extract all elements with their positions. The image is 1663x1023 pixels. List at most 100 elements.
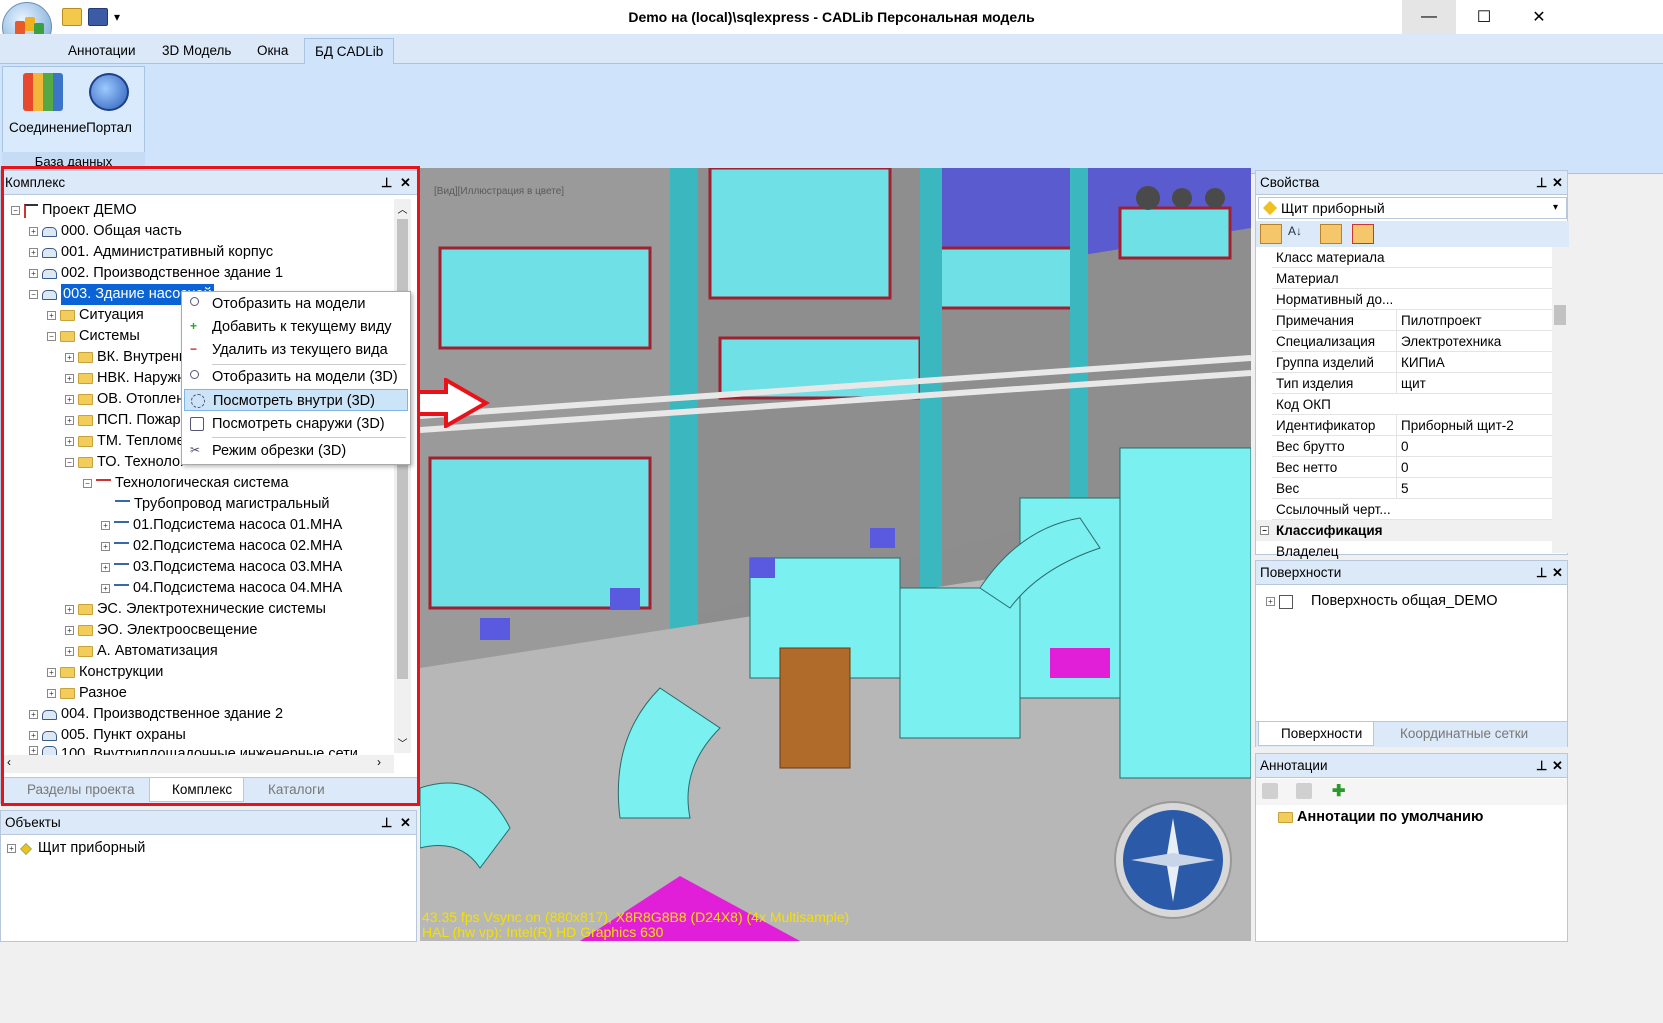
property-category-classification[interactable]: − Классификация: [1256, 520, 1552, 541]
pin-icon[interactable]: ⊥: [1536, 171, 1547, 195]
open-folder-icon[interactable]: [62, 8, 82, 26]
checkbox[interactable]: [1279, 594, 1293, 609]
objects-panel-header: Объекты ⊥ ✕: [1, 811, 416, 835]
look-outside-icon: [190, 417, 204, 431]
surface-item[interactable]: + Поверхность общая_DEMO: [1266, 591, 1498, 612]
view-mode-label: [Вид][Иллюстрация в цвете]: [434, 186, 565, 197]
surfaces-panel-title: Поверхности: [1260, 565, 1342, 580]
context-menu: Отобразить на модели + Добавить к текущем…: [181, 291, 411, 465]
portal-button[interactable]: Портал: [77, 73, 141, 135]
menu-separator: [212, 364, 406, 365]
pin-icon[interactable]: ⊥: [1536, 561, 1547, 585]
tab-surfaces[interactable]: Поверхности: [1258, 722, 1374, 746]
tab-3d-model[interactable]: 3D Модель: [152, 38, 241, 64]
3d-viewport[interactable]: [Вид][Иллюстрация в цвете] 43.35 fps Vsy…: [420, 168, 1251, 941]
scroll-thumb[interactable]: [1554, 305, 1566, 325]
3d-scene: [420, 168, 1251, 941]
property-row[interactable]: Класс материала: [1272, 247, 1553, 268]
connection-button[interactable]: Соединение: [9, 73, 86, 135]
render-stats-line2: HAL (hw vp): Intel(R) HD Graphics 630: [422, 924, 664, 940]
add-annotation-icon[interactable]: ✚: [1332, 781, 1345, 801]
look-inside-icon: [191, 394, 205, 408]
minimize-button[interactable]: —: [1402, 0, 1456, 34]
render-stats-line1: 43.35 fps Vsync on (880x817), X8R8G8B8 (…: [422, 909, 850, 925]
panel-object-icon: [1262, 200, 1278, 216]
properties-panel-header: Свойства ⊥ ✕: [1256, 171, 1567, 195]
properties-panel: Свойства ⊥ ✕ Щит приборный ▾ A↓ Класс ма…: [1255, 170, 1569, 562]
objects-panel-title: Объекты: [5, 815, 61, 830]
tab-coordinate-grids[interactable]: Координатные сетки: [1378, 722, 1528, 746]
property-grid: Класс материала Материал Нормативный до.…: [1256, 247, 1553, 562]
menu-item-show-on-model[interactable]: Отобразить на модели: [184, 293, 408, 315]
property-row[interactable]: Специализация Электротехника: [1272, 331, 1553, 352]
property-row[interactable]: Группа изделий КИПиА: [1272, 352, 1553, 373]
sort-alpha-icon[interactable]: A↓: [1288, 224, 1310, 244]
property-pages-icon[interactable]: [1320, 224, 1342, 244]
add-icon: +: [190, 319, 198, 333]
highlight-frame: [1, 166, 420, 806]
menu-item-clip-mode-3d[interactable]: ✂ Режим обрезки (3D): [184, 440, 408, 462]
tab-annotations[interactable]: Аннотации: [58, 38, 145, 64]
property-row[interactable]: Ссылочный черт...: [1272, 499, 1553, 520]
quick-access-toolbar: ▾: [62, 8, 120, 26]
property-row[interactable]: Вес нетто 0: [1272, 457, 1553, 478]
close-icon[interactable]: ✕: [1552, 171, 1563, 195]
ribbon-body: [0, 64, 1663, 174]
maximize-button[interactable]: ☐: [1457, 0, 1511, 34]
close-window-button[interactable]: ✕: [1512, 0, 1566, 34]
property-grid-scrollbar[interactable]: [1552, 247, 1568, 553]
annotations-panel-header: Аннотации ⊥ ✕: [1256, 754, 1567, 778]
property-row[interactable]: Владелец: [1272, 541, 1553, 562]
object-selector[interactable]: Щит приборный ▾: [1258, 197, 1567, 219]
annotations-panel: Аннотации ⊥ ✕ ✚ Аннотации по умолчанию: [1255, 753, 1568, 942]
connection-button-label: Соединение: [9, 120, 87, 135]
close-icon[interactable]: ✕: [1552, 561, 1563, 585]
save-icon[interactable]: [88, 8, 108, 26]
menu-item-add-to-view[interactable]: + Добавить к текущему виду: [184, 316, 408, 338]
object-selector-value: Щит приборный: [1281, 200, 1385, 216]
menu-item-look-outside-3d[interactable]: Посмотреть снаружи (3D): [184, 413, 408, 435]
property-row[interactable]: Тип изделия щит: [1272, 373, 1553, 394]
categorized-icon[interactable]: [1260, 224, 1282, 244]
magnifier-3d-icon: [190, 370, 199, 379]
property-row[interactable]: Код ОКП: [1272, 394, 1553, 415]
copy-annotation-icon[interactable]: [1296, 783, 1312, 799]
new-annotation-icon[interactable]: [1262, 783, 1278, 799]
objects-panel: Объекты ⊥ ✕ + Щит приборный: [0, 810, 417, 942]
ribbon-tab-bar: Аннотации 3D Модель Окна БД CADLib: [0, 34, 1663, 64]
properties-panel-title: Свойства: [1260, 175, 1320, 190]
surfaces-panel-header: Поверхности ⊥ ✕: [1256, 561, 1567, 585]
link-icon[interactable]: [1352, 224, 1374, 244]
close-icon[interactable]: ✕: [1552, 754, 1563, 778]
menu-item-look-inside-3d[interactable]: Посмотреть внутри (3D): [184, 389, 408, 411]
tree-node[interactable]: + Щит приборный: [7, 838, 145, 859]
menu-item-remove-from-view[interactable]: − Удалить из текущего вида: [184, 339, 408, 361]
red-arrow-icon: [420, 378, 490, 428]
annotations-toolbar: ✚: [1256, 779, 1567, 805]
property-row[interactable]: Нормативный до...: [1272, 289, 1553, 310]
property-row[interactable]: Материал: [1272, 268, 1553, 289]
annotation-item[interactable]: Аннотации по умолчанию: [1278, 807, 1483, 828]
menu-separator: [212, 437, 406, 438]
property-row[interactable]: Примечания Пилотпроект: [1272, 310, 1553, 331]
annotations-panel-title: Аннотации: [1260, 758, 1328, 773]
property-row[interactable]: Вес 5: [1272, 478, 1553, 499]
property-row[interactable]: Вес брутто 0: [1272, 436, 1553, 457]
surfaces-panel-tabs: Поверхности Координатные сетки: [1256, 721, 1567, 747]
chevron-down-icon[interactable]: ▾: [1553, 198, 1558, 218]
panel-object-icon: [20, 842, 32, 855]
status-bar: [0, 943, 1663, 1023]
tab-windows[interactable]: Окна: [247, 38, 298, 64]
portal-button-label: Портал: [86, 120, 132, 135]
tab-cadlib-db[interactable]: БД CADLib: [304, 38, 395, 64]
properties-toolbar: A↓: [1256, 221, 1569, 247]
menu-item-show-on-model-3d[interactable]: Отобразить на модели (3D): [184, 366, 408, 388]
globe-icon: [89, 73, 129, 111]
property-row[interactable]: Идентификатор Приборный щит-2: [1272, 415, 1553, 436]
pin-icon[interactable]: ⊥: [381, 811, 392, 835]
magnifier-icon: [190, 297, 199, 306]
close-icon[interactable]: ✕: [400, 811, 411, 835]
quick-access-dropdown-icon[interactable]: ▾: [114, 10, 120, 24]
pin-icon[interactable]: ⊥: [1536, 754, 1547, 778]
collapse-icon[interactable]: −: [1260, 526, 1269, 535]
